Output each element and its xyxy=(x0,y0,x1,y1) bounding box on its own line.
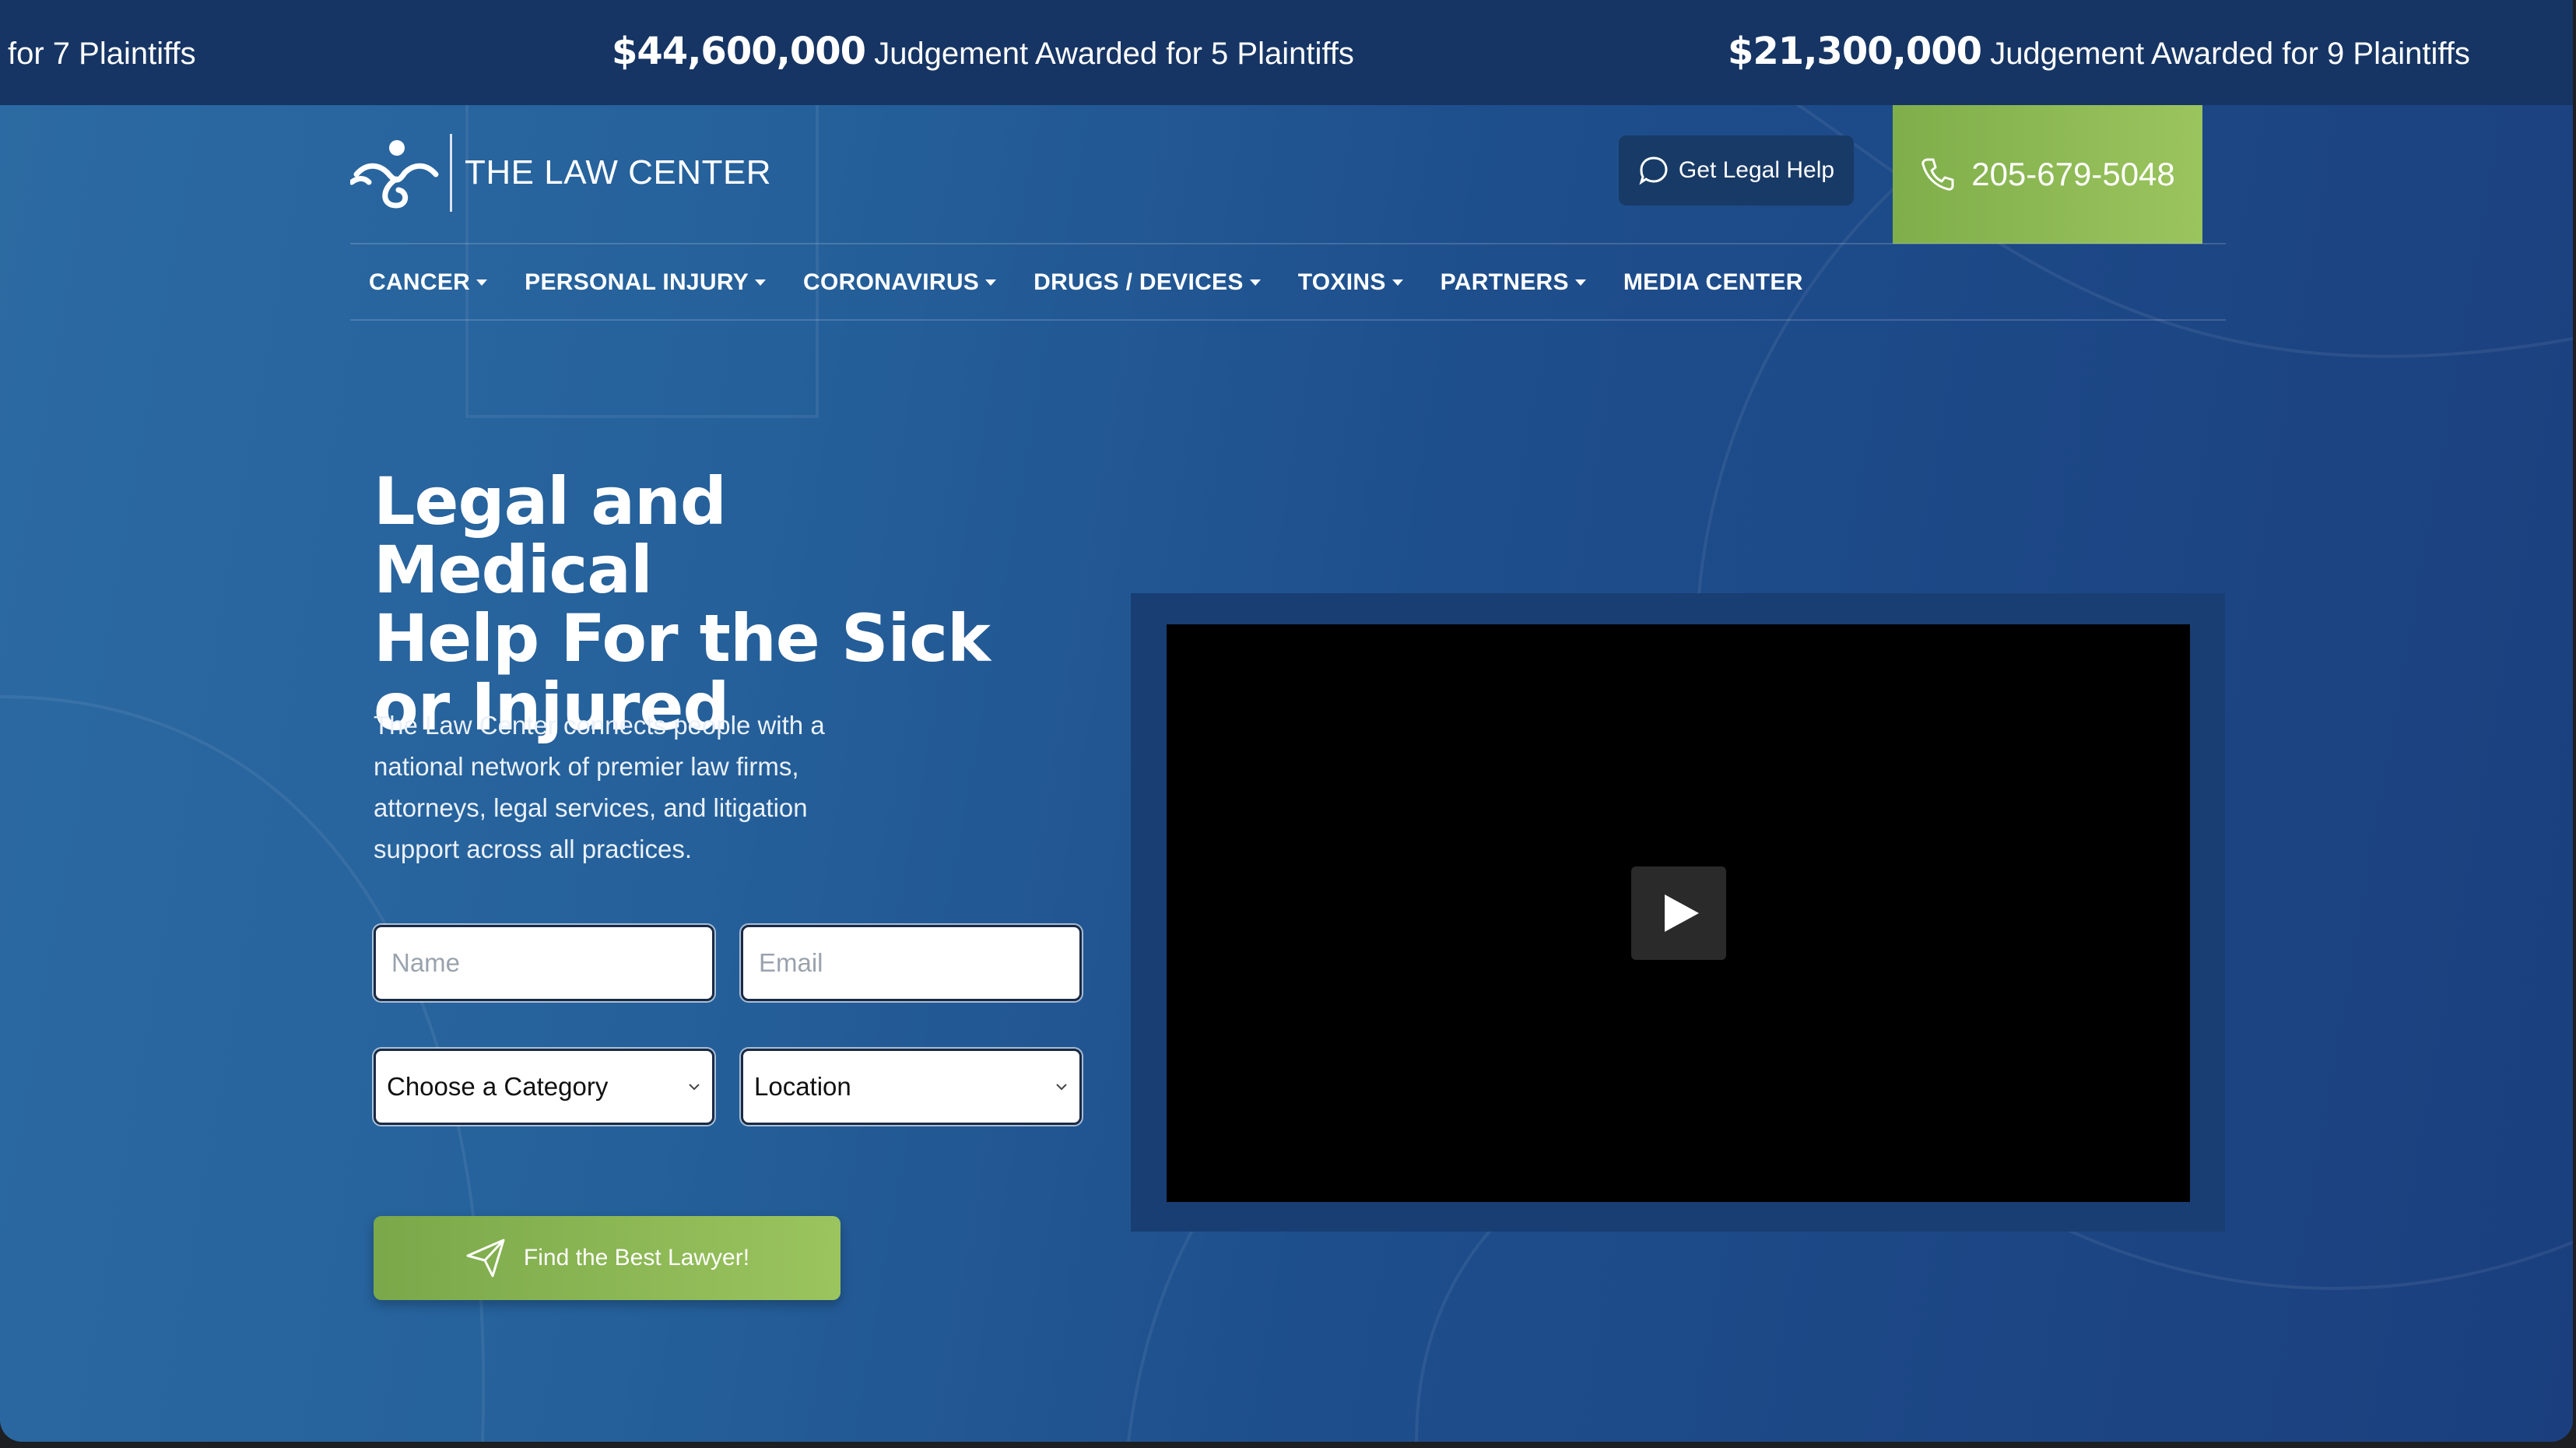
intro-line: attorneys, legal services, and litigatio… xyxy=(374,793,808,822)
nav-item-label: MEDIA CENTER xyxy=(1623,269,1803,295)
nav-item-label: PERSONAL INJURY xyxy=(525,269,749,295)
main-nav: CANCER PERSONAL INJURY CORONAVIRUS DRUGS… xyxy=(350,244,1822,322)
ticker-amount: $44,600,000 xyxy=(612,30,866,73)
chevron-down-icon xyxy=(689,1084,700,1091)
caret-down-icon xyxy=(476,279,488,286)
ticker-text: for 7 Plaintiffs xyxy=(8,37,196,71)
nav-item-coronavirus[interactable]: CORONAVIRUS xyxy=(784,269,1015,296)
find-lawyer-button[interactable]: Find the Best Lawyer! xyxy=(374,1216,841,1300)
logo-divider xyxy=(450,134,452,212)
intro-line: support across all practices. xyxy=(374,835,693,863)
email-input[interactable] xyxy=(743,927,1079,999)
ticker-item: for 7 Plaintiffs xyxy=(8,30,196,73)
play-button[interactable] xyxy=(1631,866,1726,960)
page-frame: for 7 Plaintiffs $44,600,000 Judgement A… xyxy=(0,0,2573,1442)
paper-plane-icon xyxy=(466,1239,505,1278)
video-player[interactable] xyxy=(1167,624,2190,1202)
nav-item-drugs-devices[interactable]: DRUGS / DEVICES xyxy=(1015,269,1279,296)
headline-line: Legal and Medical xyxy=(374,463,727,608)
ticker-item: $21,300,000 Judgement Awarded for 9 Plai… xyxy=(1728,30,2470,73)
hero-intro: The Law Center connects people with a na… xyxy=(374,705,856,870)
play-icon xyxy=(1665,894,1699,932)
chat-bubble-icon xyxy=(1639,156,1668,185)
location-select-value: Location xyxy=(754,1072,851,1101)
caret-down-icon xyxy=(985,279,997,286)
phone-icon xyxy=(1921,158,1954,191)
nav-item-label: CORONAVIRUS xyxy=(803,269,980,295)
get-legal-help-button[interactable]: Get Legal Help xyxy=(1619,135,1854,206)
category-select-value: Choose a Category xyxy=(387,1072,609,1101)
chevron-down-icon xyxy=(1056,1084,1067,1091)
video-container xyxy=(1131,593,2225,1232)
name-input[interactable] xyxy=(376,927,712,999)
nav-item-label: CANCER xyxy=(369,269,471,295)
ticker-text: Judgement Awarded for 9 Plaintiffs xyxy=(1990,37,2470,71)
nav-bottom-divider xyxy=(350,319,2226,321)
find-lawyer-label: Find the Best Lawyer! xyxy=(523,1245,750,1271)
logo-mark-icon xyxy=(350,140,439,209)
intro-line: national network of premier law firms, xyxy=(374,752,799,781)
name-field[interactable] xyxy=(374,925,714,1001)
hero-headline: Legal and Medical Help For the Sick or I… xyxy=(374,467,996,741)
caret-down-icon xyxy=(755,279,767,286)
nav-item-personal-injury[interactable]: PERSONAL INJURY xyxy=(506,269,784,296)
email-field[interactable] xyxy=(741,925,1082,1001)
nav-item-label: TOXINS xyxy=(1297,269,1386,295)
phone-call-button[interactable]: 205-679-5048 xyxy=(1893,105,2202,244)
intro-line: The Law Center connects people with a xyxy=(374,711,825,740)
nav-item-toxins[interactable]: TOXINS xyxy=(1279,269,1422,296)
logo-text: THE LAW CENTER xyxy=(465,153,772,192)
nav-item-media-center[interactable]: MEDIA CENTER xyxy=(1605,269,1822,296)
nav-item-label: PARTNERS xyxy=(1440,269,1569,295)
nav-item-partners[interactable]: PARTNERS xyxy=(1422,269,1605,296)
caret-down-icon xyxy=(1392,279,1403,286)
ticker-text: Judgement Awarded for 5 Plaintiffs xyxy=(874,37,1354,71)
category-select-display[interactable]: Choose a Category xyxy=(376,1051,712,1123)
awards-ticker: for 7 Plaintiffs $44,600,000 Judgement A… xyxy=(0,0,2573,105)
caret-down-icon xyxy=(1574,279,1586,286)
nav-item-cancer[interactable]: CANCER xyxy=(350,269,506,296)
site-logo[interactable]: THE LAW CENTER xyxy=(350,134,771,212)
ticker-item: $44,600,000 Judgement Awarded for 5 Plai… xyxy=(612,30,1354,73)
ticker-amount: $21,300,000 xyxy=(1728,30,1982,73)
location-select[interactable]: Location xyxy=(741,1049,1082,1125)
headline-line: Help For the Sick xyxy=(374,600,991,677)
category-select[interactable]: Choose a Category xyxy=(374,1049,714,1125)
caret-down-icon xyxy=(1249,279,1261,286)
location-select-display[interactable]: Location xyxy=(743,1051,1079,1123)
get-legal-help-label: Get Legal Help xyxy=(1678,157,1835,183)
nav-item-label: DRUGS / DEVICES xyxy=(1034,269,1244,295)
phone-number: 205-679-5048 xyxy=(1971,156,2175,192)
